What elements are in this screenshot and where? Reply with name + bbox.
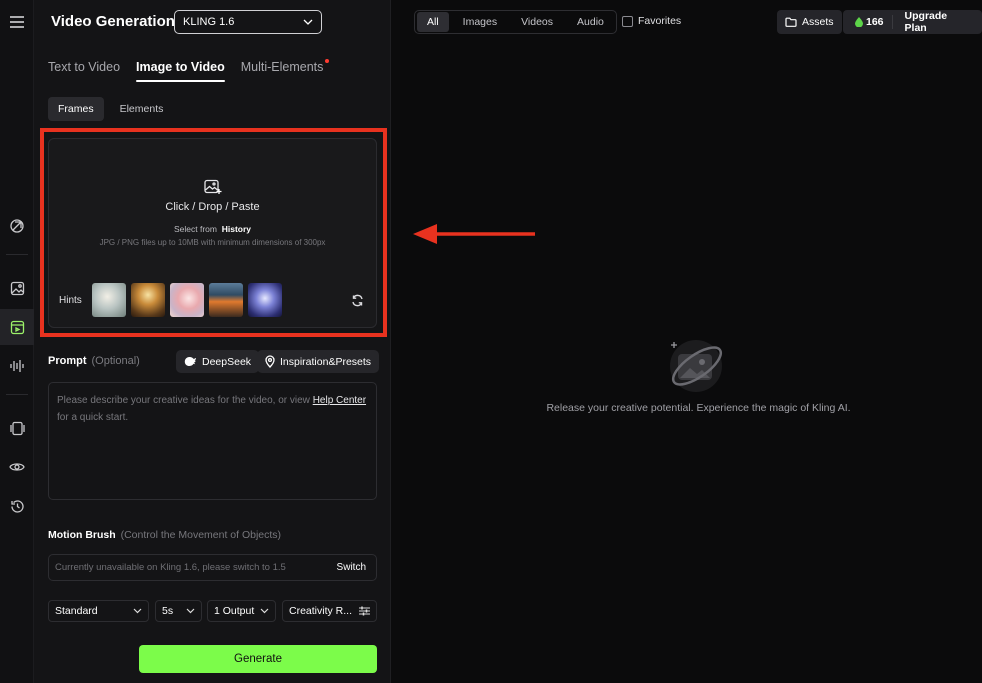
upload-limits: JPG / PNG files up to 10MB with minimum … — [99, 238, 326, 247]
home-icon[interactable] — [0, 208, 34, 244]
switch-button[interactable]: Switch — [337, 562, 366, 573]
menu-icon[interactable] — [0, 4, 34, 40]
add-image-icon — [203, 179, 222, 198]
chevron-down-icon — [303, 19, 313, 25]
subtab-frames[interactable]: Frames — [48, 97, 104, 121]
eye-icon[interactable] — [0, 449, 34, 485]
history-link[interactable]: History — [222, 224, 251, 234]
help-center-link[interactable]: Help Center — [313, 395, 366, 406]
motion-brush-notice: Currently unavailable on Kling 1.6, plea… — [55, 562, 286, 573]
video-gen-icon[interactable] — [0, 309, 34, 345]
sub-tabs: Frames Elements — [48, 97, 173, 121]
image-gen-icon[interactable] — [0, 270, 34, 306]
outputs-dropdown[interactable]: 1 Output — [207, 600, 276, 622]
empty-state-message: Release your creative potential. Experie… — [546, 402, 851, 414]
filter-all[interactable]: All — [417, 12, 449, 32]
assets-button[interactable]: Assets — [777, 10, 842, 34]
filter-images[interactable]: Images — [453, 12, 507, 32]
inspiration-presets-button[interactable]: Inspiration&Presets — [257, 350, 380, 373]
hint-thumbnail[interactable] — [169, 283, 204, 317]
motion-brush-label: Motion Brush (Control the Movement of Ob… — [48, 529, 282, 541]
hint-thumbnail[interactable] — [247, 283, 282, 317]
new-badge-dot — [325, 59, 330, 63]
hint-thumbnail[interactable] — [91, 283, 126, 317]
tab-image-to-video[interactable]: Image to Video — [136, 60, 225, 82]
subtab-elements[interactable]: Elements — [110, 97, 174, 121]
hint-thumbnail[interactable] — [130, 283, 165, 317]
folder-icon — [785, 17, 797, 27]
hints-row: Hints — [59, 283, 282, 317]
model-select-value: KLING 1.6 — [183, 16, 235, 28]
tab-text-to-video[interactable]: Text to Video — [48, 60, 120, 82]
mode-tabs: Text to Video Image to Video Multi-Eleme… — [48, 59, 330, 82]
chevron-down-icon — [260, 608, 269, 614]
duration-dropdown[interactable]: 5s — [155, 600, 202, 622]
empty-state-illustration-icon — [666, 334, 728, 397]
icon-rail — [0, 0, 34, 683]
refresh-icon[interactable] — [351, 294, 364, 310]
audio-gen-icon[interactable] — [0, 348, 34, 384]
motion-brush-box: Currently unavailable on Kling 1.6, plea… — [48, 554, 377, 581]
mode-dropdown[interactable]: Standard — [48, 600, 149, 622]
tab-multi-elements[interactable]: Multi-Elements — [241, 59, 330, 82]
favorites-checkbox[interactable] — [622, 15, 633, 27]
prompt-textarea[interactable]: Please describe your creative ideas for … — [48, 382, 377, 500]
favorites-toggle[interactable]: Favorites — [622, 15, 681, 27]
generate-button[interactable]: Generate — [139, 645, 377, 673]
upload-main-label: Click / Drop / Paste — [165, 201, 260, 213]
select-from-history: Select from History — [173, 224, 252, 234]
red-arrow-annotation — [413, 224, 535, 244]
history-icon[interactable] — [0, 488, 34, 524]
location-pin-icon — [265, 355, 275, 368]
filter-audio[interactable]: Audio — [567, 12, 614, 32]
hints-label: Hints — [59, 294, 82, 306]
deepseek-button[interactable]: DeepSeek — [176, 350, 260, 373]
model-select[interactable]: KLING 1.6 — [174, 10, 322, 34]
upgrade-plan-button[interactable]: Upgrade Plan — [893, 10, 982, 34]
image-upload-area[interactable]: Click / Drop / Paste Select from History… — [48, 138, 377, 328]
credits-upgrade-group: 166 Upgrade Plan — [843, 10, 982, 34]
page-title: Video Generation — [51, 13, 175, 30]
favorites-label: Favorites — [638, 15, 682, 27]
canvas-icon[interactable] — [0, 410, 34, 446]
credit-drop-icon — [855, 17, 863, 27]
prompt-label: Prompt (Optional) — [48, 355, 140, 367]
chevron-down-icon — [186, 608, 195, 614]
hint-thumbnail[interactable] — [208, 283, 243, 317]
filter-videos[interactable]: Videos — [511, 12, 563, 32]
asset-filter-tabs: All Images Videos Audio — [414, 10, 617, 34]
credits-balance[interactable]: 166 — [843, 15, 893, 29]
generation-panel: Video Generation KLING 1.6 Text to Video… — [34, 0, 391, 683]
deepseek-icon — [184, 357, 196, 366]
creativity-settings-button[interactable]: Creativity R... — [282, 600, 377, 622]
sliders-icon — [359, 606, 370, 616]
chevron-down-icon — [133, 608, 142, 614]
